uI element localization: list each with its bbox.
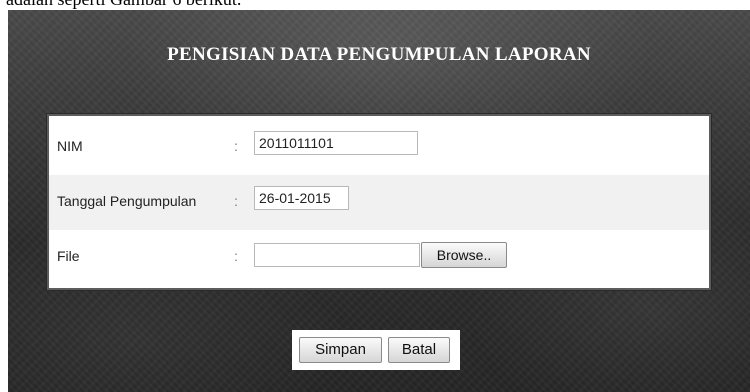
form-table: NIM : 2011011101 Tanggal Pengumpulan : 2… (47, 114, 711, 290)
date-separator: : (234, 193, 238, 209)
page-title: PENGISIAN DATA PENGUMPULAN LAPORAN (167, 44, 591, 65)
document-caption-text: adalah seperti Gambar 6 berikut. (6, 0, 241, 10)
form-row-file: File : Browse.. (49, 230, 709, 285)
browse-button[interactable]: Browse.. (421, 242, 507, 268)
cancel-button[interactable]: Batal (388, 337, 450, 363)
date-input[interactable]: 26-01-2015 (254, 186, 349, 210)
document-caption-strip: adalah seperti Gambar 6 berikut. (0, 0, 750, 10)
date-label: Tanggal Pengumpulan (57, 193, 197, 209)
nim-separator: : (234, 138, 238, 154)
form-row-nim: NIM : 2011011101 (49, 120, 709, 175)
form-row-date: Tanggal Pengumpulan : 26-01-2015 (49, 175, 709, 230)
file-label: File (57, 248, 80, 264)
nim-input[interactable]: 2011011101 (254, 131, 418, 155)
action-bar: Simpan Batal (292, 330, 460, 370)
file-path-input[interactable] (254, 243, 420, 267)
file-separator: : (234, 248, 238, 264)
form-panel: PENGISIAN DATA PENGUMPULAN LAPORAN NIM :… (8, 10, 750, 392)
nim-label: NIM (57, 138, 83, 154)
save-button[interactable]: Simpan (299, 337, 382, 363)
